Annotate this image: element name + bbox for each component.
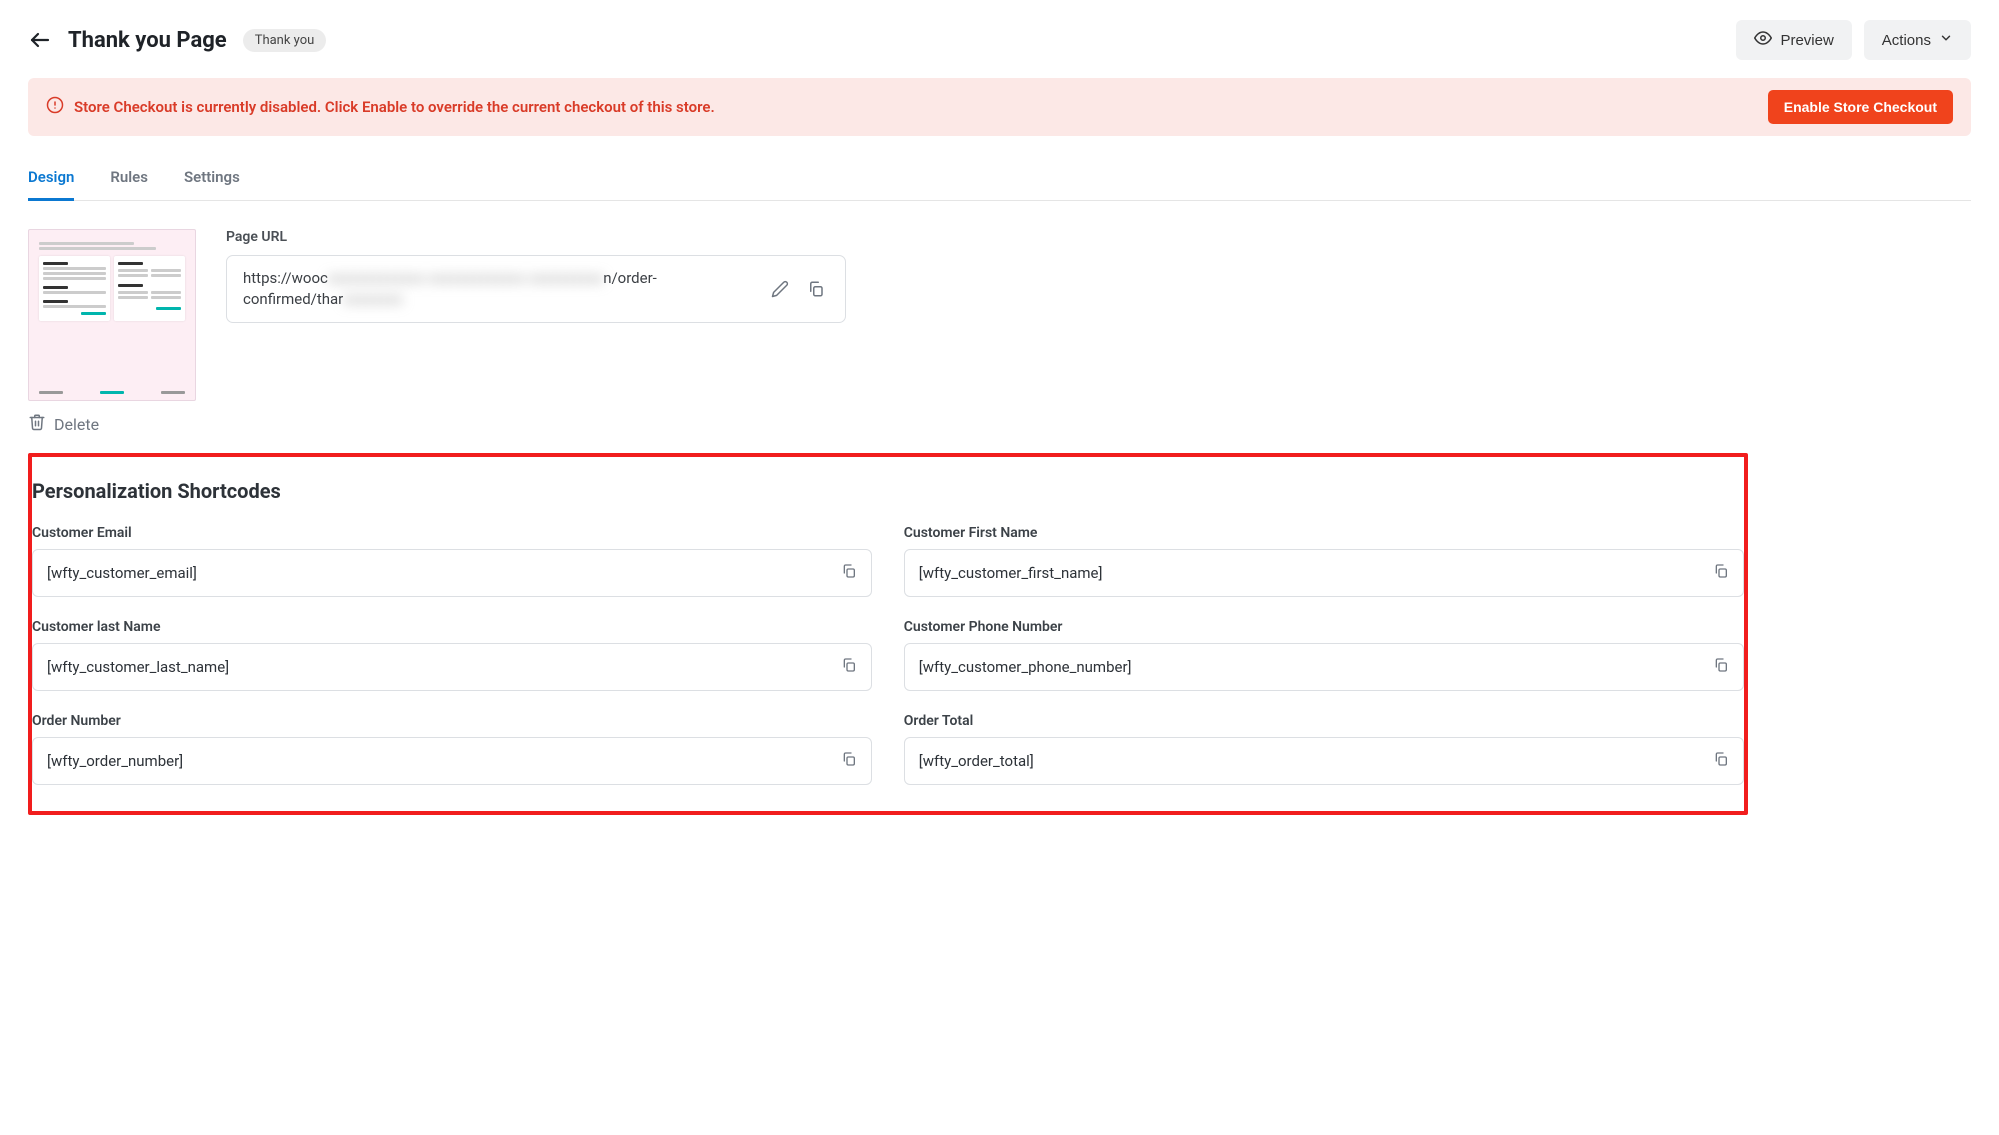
page-title: Thank you Page bbox=[68, 28, 227, 53]
shortcode-input: [wfty_customer_first_name] bbox=[904, 549, 1744, 597]
header-left: Thank you Page Thank you bbox=[28, 28, 326, 53]
url-blurred-1: xxxxxxxxxxxxx xxxxxxxxxxxxx xxxxxxxxxx bbox=[328, 269, 603, 287]
page-url-section: Page URL https://woocxxxxxxxxxxxxx xxxxx… bbox=[226, 229, 846, 323]
banner-left: Store Checkout is currently disabled. Cl… bbox=[46, 96, 715, 118]
template-thumbnail[interactable] bbox=[28, 229, 196, 401]
actions-label: Actions bbox=[1882, 32, 1931, 49]
copy-url-button[interactable] bbox=[803, 276, 829, 302]
shortcode-label: Customer Email bbox=[32, 525, 872, 541]
shortcode-label: Customer First Name bbox=[904, 525, 1744, 541]
personalization-shortcodes-section: Personalization Shortcodes Customer Emai… bbox=[28, 453, 1748, 815]
copy-icon[interactable] bbox=[1713, 562, 1729, 584]
shortcode-label: Customer Phone Number bbox=[904, 619, 1744, 635]
shortcode-field-order-total: Order Total [wfty_order_total] bbox=[904, 713, 1744, 785]
tab-design[interactable]: Design bbox=[28, 158, 74, 201]
shortcode-label: Order Total bbox=[904, 713, 1744, 729]
page-url-value: https://woocxxxxxxxxxxxxx xxxxxxxxxxxxx … bbox=[243, 268, 757, 310]
copy-icon[interactable] bbox=[1713, 750, 1729, 772]
design-row: Delete Page URL https://woocxxxxxxxxxxxx… bbox=[28, 229, 1971, 435]
shortcode-input: [wfty_order_number] bbox=[32, 737, 872, 785]
shortcode-value: [wfty_customer_email] bbox=[47, 564, 197, 582]
shortcodes-grid: Customer Email [wfty_customer_email] Cus… bbox=[32, 525, 1744, 785]
alert-banner: Store Checkout is currently disabled. Cl… bbox=[28, 78, 1971, 136]
enable-store-checkout-button[interactable]: Enable Store Checkout bbox=[1768, 90, 1953, 124]
shortcode-field-customer-first-name: Customer First Name [wfty_customer_first… bbox=[904, 525, 1744, 597]
shortcode-input: [wfty_customer_email] bbox=[32, 549, 872, 597]
preview-button[interactable]: Preview bbox=[1736, 20, 1851, 60]
shortcode-field-customer-phone: Customer Phone Number [wfty_customer_pho… bbox=[904, 619, 1744, 691]
shortcode-input: [wfty_customer_last_name] bbox=[32, 643, 872, 691]
chevron-down-icon bbox=[1939, 31, 1953, 49]
actions-button[interactable]: Actions bbox=[1864, 20, 1971, 60]
copy-icon[interactable] bbox=[841, 656, 857, 678]
banner-message: Store Checkout is currently disabled. Cl… bbox=[74, 98, 715, 116]
copy-icon[interactable] bbox=[841, 562, 857, 584]
shortcode-field-customer-last-name: Customer last Name [wfty_customer_last_n… bbox=[32, 619, 872, 691]
delete-label: Delete bbox=[54, 415, 99, 434]
tab-settings[interactable]: Settings bbox=[184, 158, 240, 201]
shortcode-label: Customer last Name bbox=[32, 619, 872, 635]
page-url-label: Page URL bbox=[226, 229, 846, 245]
eye-icon bbox=[1754, 29, 1772, 51]
shortcode-value: [wfty_customer_phone_number] bbox=[919, 658, 1132, 676]
shortcodes-title: Personalization Shortcodes bbox=[32, 479, 1744, 503]
shortcode-value: [wfty_order_total] bbox=[919, 752, 1034, 770]
copy-icon[interactable] bbox=[1713, 656, 1729, 678]
template-thumb-column: Delete bbox=[28, 229, 196, 435]
shortcode-field-customer-email: Customer Email [wfty_customer_email] bbox=[32, 525, 872, 597]
shortcode-label: Order Number bbox=[32, 713, 872, 729]
back-arrow-icon[interactable] bbox=[28, 28, 52, 52]
shortcode-input: [wfty_customer_phone_number] bbox=[904, 643, 1744, 691]
copy-icon[interactable] bbox=[841, 750, 857, 772]
url-prefix: https://wooc bbox=[243, 269, 328, 287]
info-icon bbox=[46, 96, 64, 118]
edit-url-button[interactable] bbox=[767, 276, 793, 302]
shortcode-value: [wfty_customer_first_name] bbox=[919, 564, 1103, 582]
shortcode-input: [wfty_order_total] bbox=[904, 737, 1744, 785]
delete-template-button[interactable]: Delete bbox=[28, 413, 196, 435]
tab-rules[interactable]: Rules bbox=[110, 158, 148, 201]
tabs: Design Rules Settings bbox=[28, 158, 1971, 201]
shortcode-value: [wfty_order_number] bbox=[47, 752, 183, 770]
trash-icon bbox=[28, 413, 46, 435]
page-url-box: https://woocxxxxxxxxxxxxx xxxxxxxxxxxxx … bbox=[226, 255, 846, 323]
shortcode-value: [wfty_customer_last_name] bbox=[47, 658, 229, 676]
url-blurred-2: xxxxxxxx bbox=[343, 290, 403, 308]
page-type-badge: Thank you bbox=[243, 29, 327, 52]
page-header: Thank you Page Thank you Preview Actions bbox=[28, 20, 1971, 60]
shortcode-field-order-number: Order Number [wfty_order_number] bbox=[32, 713, 872, 785]
header-right: Preview Actions bbox=[1736, 20, 1971, 60]
preview-label: Preview bbox=[1780, 32, 1833, 49]
